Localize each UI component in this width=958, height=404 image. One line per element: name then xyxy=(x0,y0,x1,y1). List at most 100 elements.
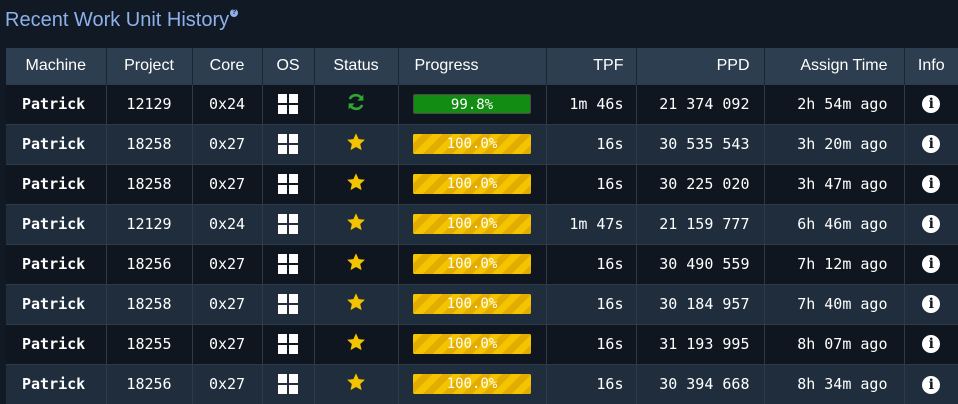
os-cell xyxy=(262,243,315,284)
progress-text: 100.0% xyxy=(446,376,498,393)
tpf-cell: 1m 46s xyxy=(546,83,637,124)
column-header-tpf[interactable]: TPF xyxy=(546,48,637,84)
info-cell: i xyxy=(904,83,958,124)
table-row[interactable]: Patrick 18256 0x27 100.0% 16s 30 394 668 8h 34… xyxy=(6,363,958,404)
column-header-ppd[interactable]: PPD xyxy=(636,48,765,84)
windows-icon xyxy=(278,214,298,234)
project-cell: 12129 xyxy=(106,83,193,124)
project-cell: 18256 xyxy=(106,243,193,284)
progress-cell: 100.0% xyxy=(398,203,547,244)
project-cell: 18258 xyxy=(106,123,193,164)
machine-cell: Patrick xyxy=(6,83,107,124)
column-header-machine[interactable]: Machine xyxy=(6,48,107,84)
info-cell: i xyxy=(904,283,958,324)
windows-icon xyxy=(278,174,298,194)
info-icon[interactable]: i xyxy=(922,175,941,194)
core-cell: 0x27 xyxy=(192,323,263,364)
os-cell xyxy=(262,323,315,364)
column-header-os[interactable]: OS xyxy=(262,48,315,84)
core-cell: 0x27 xyxy=(192,363,263,404)
assign-time-cell: 3h 20m ago xyxy=(764,123,905,164)
core-cell: 0x24 xyxy=(192,203,263,244)
ppd-cell: 30 225 020 xyxy=(636,163,765,204)
info-icon[interactable]: i xyxy=(922,255,941,274)
ppd-cell: 30 184 957 xyxy=(636,283,765,324)
info-icon[interactable]: i xyxy=(922,295,941,314)
machine-cell: Patrick xyxy=(6,363,107,404)
refresh-icon xyxy=(346,92,366,116)
core-cell: 0x27 xyxy=(192,283,263,324)
star-icon xyxy=(346,252,366,276)
project-cell: 18258 xyxy=(106,283,193,324)
ppd-cell: 21 159 777 xyxy=(636,203,765,244)
core-cell: 0x27 xyxy=(192,163,263,204)
windows-icon xyxy=(278,294,298,314)
ppd-cell: 31 193 995 xyxy=(636,323,765,364)
progress-text: 100.0% xyxy=(446,216,498,232)
tpf-cell: 16s xyxy=(546,243,637,284)
info-icon[interactable]: i xyxy=(922,335,941,354)
help-icon[interactable]: ? xyxy=(230,9,239,17)
ppd-cell: 30 535 543 xyxy=(636,123,765,164)
assign-time-cell: 8h 07m ago xyxy=(764,323,905,364)
table-row[interactable]: Patrick 12129 0x24 100.0% 1m 47s 21 159 777 6h… xyxy=(6,203,958,244)
status-cell xyxy=(314,363,399,404)
windows-icon xyxy=(278,254,298,274)
assign-time-cell: 6h 46m ago xyxy=(764,203,905,244)
ppd-cell: 21 374 092 xyxy=(636,83,765,124)
info-cell: i xyxy=(904,243,958,284)
assign-time-cell: 7h 40m ago xyxy=(764,283,905,324)
machine-cell: Patrick xyxy=(6,123,107,164)
info-cell: i xyxy=(904,123,958,164)
project-cell: 18255 xyxy=(106,323,193,364)
tpf-cell: 16s xyxy=(546,163,637,204)
info-icon[interactable]: i xyxy=(922,95,941,114)
table-row[interactable]: Patrick 18258 0x27 100.0% 16s 30 225 020 3h 47… xyxy=(6,163,958,204)
info-icon[interactable]: i xyxy=(922,375,941,394)
info-icon[interactable]: i xyxy=(922,215,941,234)
progress-cell: 100.0% xyxy=(398,323,547,364)
assign-time-cell: 7h 12m ago xyxy=(764,243,905,284)
tpf-cell: 16s xyxy=(546,363,637,404)
progress-bar: 99.8% xyxy=(413,94,531,114)
table-row[interactable]: Patrick 18258 0x27 100.0% 16s 30 184 957 7h 40… xyxy=(6,283,958,324)
info-cell: i xyxy=(904,363,958,404)
status-cell xyxy=(314,123,399,164)
machine-cell: Patrick xyxy=(6,243,107,284)
page-title: Recent Work Unit History xyxy=(5,8,230,31)
table-row[interactable]: Patrick 18256 0x27 100.0% 16s 30 490 559 7h 12… xyxy=(6,243,958,284)
machine-cell: Patrick xyxy=(6,163,107,204)
info-icon[interactable]: i xyxy=(922,135,941,154)
column-header-info[interactable]: Info xyxy=(904,48,958,84)
star-icon xyxy=(346,212,366,236)
column-header-core[interactable]: Core xyxy=(192,48,263,84)
star-icon xyxy=(346,332,366,356)
core-cell: 0x24 xyxy=(192,83,263,124)
column-header-progress[interactable]: Progress xyxy=(398,48,547,84)
table-row[interactable]: Patrick 12129 0x24 99.8% 1m 46s 21 374 092 2h … xyxy=(6,83,958,124)
status-cell xyxy=(314,323,399,364)
info-cell: i xyxy=(904,203,958,244)
machine-cell: Patrick xyxy=(6,203,107,244)
project-cell: 18258 xyxy=(106,163,193,204)
windows-icon xyxy=(278,134,298,154)
ppd-cell: 30 394 668 xyxy=(636,363,765,404)
status-cell xyxy=(314,83,399,124)
os-cell xyxy=(262,83,315,124)
tpf-cell: 16s xyxy=(546,123,637,164)
table-row[interactable]: Patrick 18258 0x27 100.0% 16s 30 535 543 3h 20… xyxy=(6,123,958,164)
column-header-status[interactable]: Status xyxy=(314,48,399,84)
star-icon xyxy=(346,372,366,396)
ppd-cell: 30 490 559 xyxy=(636,243,765,284)
column-header-assign-time[interactable]: Assign Time xyxy=(764,48,905,84)
project-cell: 18256 xyxy=(106,363,193,404)
info-cell: i xyxy=(904,323,958,364)
page-title-bar: Recent Work Unit History ? xyxy=(5,6,239,34)
column-header-project[interactable]: Project xyxy=(106,48,193,84)
progress-cell: 99.8% xyxy=(398,83,547,124)
core-cell: 0x27 xyxy=(192,123,263,164)
windows-icon xyxy=(278,374,298,395)
progress-bar: 100.0% xyxy=(413,374,531,395)
progress-text: 100.0% xyxy=(446,296,498,312)
table-row[interactable]: Patrick 18255 0x27 100.0% 16s 31 193 995 8h 07… xyxy=(6,323,958,364)
